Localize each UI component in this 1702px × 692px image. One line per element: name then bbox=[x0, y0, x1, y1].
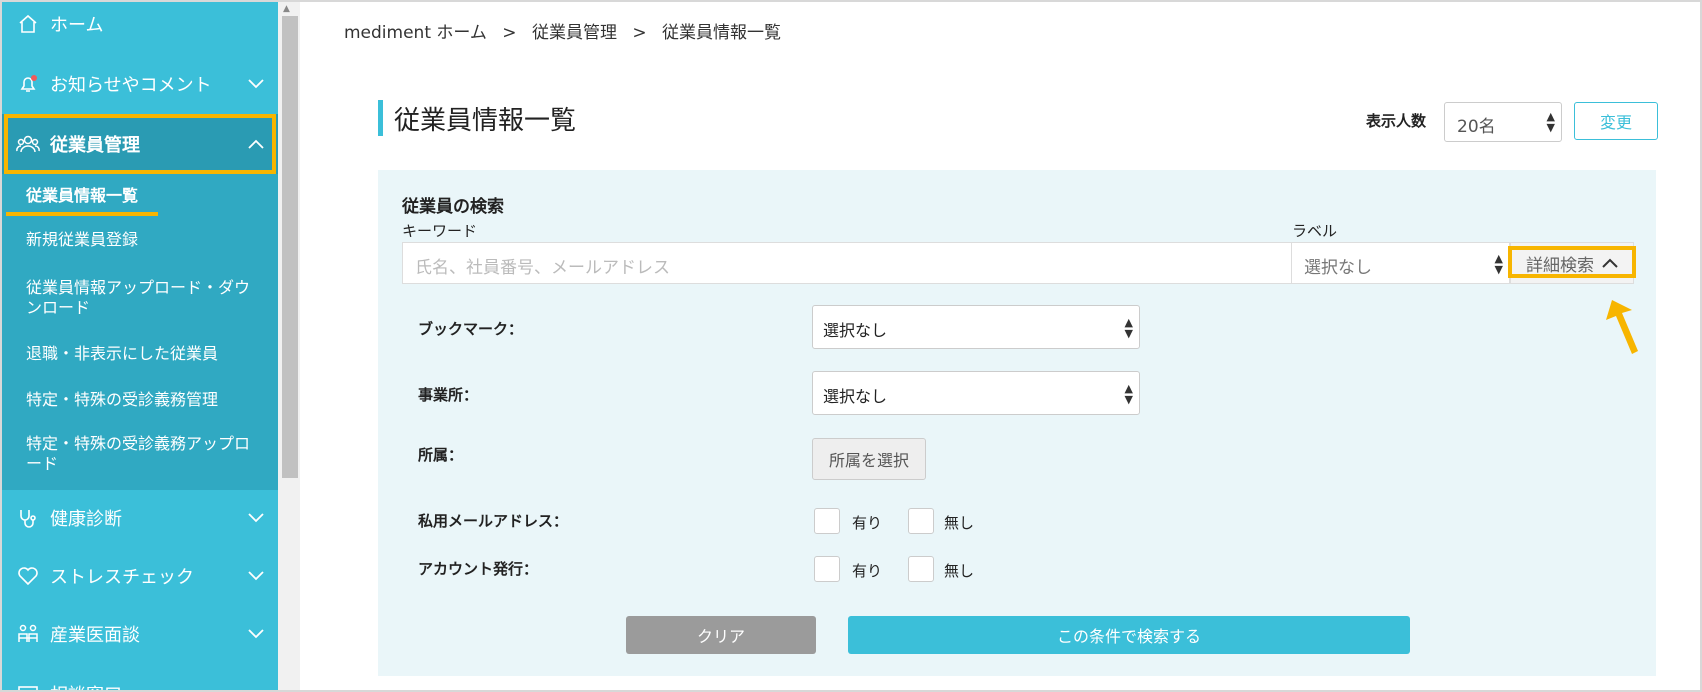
office-select[interactable]: 選択なし ▲ ▼ bbox=[812, 371, 1140, 415]
bookmark-select[interactable]: 選択なし ▲ ▼ bbox=[812, 305, 1140, 349]
private-email-yes-checkbox[interactable] bbox=[814, 508, 840, 534]
checkbox-label-no: 無し bbox=[944, 562, 975, 580]
office-select-value: 選択なし bbox=[823, 387, 888, 406]
search-submit-button[interactable]: この条件で検索する bbox=[848, 616, 1410, 654]
sidebar-item-label: ホーム bbox=[50, 15, 104, 36]
keyword-label: キーワード bbox=[402, 222, 478, 240]
sidebar-item-label: 相談窓口 bbox=[50, 681, 122, 690]
submenu-item-new-employee[interactable]: 新規従業員登録 bbox=[26, 230, 256, 250]
sidebar-item-label: 健康診断 bbox=[50, 509, 122, 530]
sidebar-item-label: ストレスチェック bbox=[50, 567, 194, 588]
chevron-down-icon bbox=[246, 74, 266, 94]
active-underline bbox=[6, 212, 158, 216]
stethoscope-icon bbox=[16, 506, 40, 530]
updown-arrow-icon: ▲ ▼ bbox=[1124, 382, 1133, 406]
home-icon bbox=[16, 12, 40, 36]
change-button[interactable]: 変更 bbox=[1574, 102, 1658, 140]
meeting-icon bbox=[16, 622, 40, 646]
chevron-down-icon bbox=[246, 624, 266, 644]
display-count-value: 20名 bbox=[1457, 117, 1496, 137]
submenu: 従業員情報一覧 新規従業員登録 従業員情報アップロード・ダウンロード 退職・非表… bbox=[2, 174, 278, 490]
select-department-button[interactable]: 所属を選択 bbox=[812, 438, 926, 480]
breadcrumb: mediment ホーム > 従業員管理 > 従業員情報一覧 bbox=[344, 18, 791, 43]
chevron-down-icon bbox=[246, 508, 266, 528]
account-issued-label: アカウント発行： bbox=[418, 560, 539, 578]
page-title: 従業員情報一覧 bbox=[394, 106, 577, 136]
sidebar: ホーム お知らせやコメント 従業員管理 従業員情報一覧 新規従業員登録 従業員情… bbox=[2, 2, 278, 690]
clear-button[interactable]: クリア bbox=[626, 616, 816, 654]
scrollbar-thumb[interactable] bbox=[282, 16, 298, 478]
label-label: ラベル bbox=[1292, 222, 1338, 240]
highlight-box bbox=[4, 114, 276, 174]
search-title: 従業員の検索 bbox=[402, 197, 504, 217]
sidebar-item-consultation[interactable]: 相談窓口 bbox=[2, 666, 278, 690]
submenu-item-employee-list[interactable]: 従業員情報一覧 bbox=[26, 186, 256, 206]
submenu-item-obligation-management[interactable]: 特定・特殊の受診義務管理 bbox=[26, 390, 256, 410]
updown-arrow-icon: ▲ ▼ bbox=[1124, 316, 1133, 340]
checkbox-label-no: 無し bbox=[944, 514, 975, 532]
private-email-no-checkbox[interactable] bbox=[908, 508, 934, 534]
bookmark-label: ブックマーク： bbox=[418, 320, 524, 338]
department-label: 所属： bbox=[418, 446, 464, 464]
label-select[interactable]: 選択なし ▲ ▼ bbox=[1292, 242, 1510, 284]
account-yes-checkbox[interactable] bbox=[814, 556, 840, 582]
private-email-label: 私用メールアドレス： bbox=[418, 512, 569, 530]
display-count-label: 表示人数 bbox=[1366, 112, 1427, 130]
breadcrumb-employee-management[interactable]: 従業員管理 bbox=[532, 23, 617, 43]
sidebar-item-home[interactable]: ホーム bbox=[2, 2, 278, 52]
scroll-up-icon[interactable]: ▲ bbox=[283, 4, 290, 14]
submenu-item-upload-download[interactable]: 従業員情報アップロード・ダウンロード bbox=[26, 278, 256, 318]
submenu-item-retired[interactable]: 退職・非表示にした従業員 bbox=[26, 344, 256, 364]
heart-icon bbox=[16, 564, 40, 588]
updown-arrow-icon: ▲ ▼ bbox=[1546, 110, 1555, 134]
office-label: 事業所： bbox=[418, 386, 479, 404]
submenu-item-obligation-upload[interactable]: 特定・特殊の受診義務アップロード bbox=[26, 434, 256, 474]
account-no-checkbox[interactable] bbox=[908, 556, 934, 582]
breadcrumb-separator: > bbox=[502, 23, 517, 43]
sidebar-item-occupational-physician[interactable]: 産業医面談 bbox=[2, 606, 278, 662]
sidebar-item-label: 産業医面談 bbox=[50, 625, 140, 646]
checkbox-label-yes: 有り bbox=[852, 514, 883, 532]
breadcrumb-separator: > bbox=[632, 23, 647, 43]
label-select-value: 選択なし bbox=[1304, 258, 1372, 278]
keyword-input[interactable]: 氏名、社員番号、メールアドレス bbox=[402, 242, 1292, 284]
display-count-select[interactable]: 20名 ▲ ▼ bbox=[1444, 102, 1562, 142]
sidebar-item-notifications[interactable]: お知らせやコメント bbox=[2, 56, 278, 112]
chevron-down-icon bbox=[246, 566, 266, 586]
breadcrumb-home[interactable]: mediment ホーム bbox=[344, 23, 487, 43]
updown-arrow-icon: ▲ ▼ bbox=[1494, 252, 1503, 276]
annotation-arrow-icon bbox=[1606, 300, 1638, 354]
page-title-accent bbox=[378, 100, 383, 136]
app-window: ホーム お知らせやコメント 従業員管理 従業員情報一覧 新規従業員登録 従業員情… bbox=[0, 0, 1702, 692]
highlight-box bbox=[1508, 246, 1636, 278]
consult-icon bbox=[16, 682, 40, 690]
breadcrumb-current: 従業員情報一覧 bbox=[662, 23, 782, 43]
sidebar-item-stress-check[interactable]: ストレスチェック bbox=[2, 548, 278, 604]
bookmark-select-value: 選択なし bbox=[823, 321, 888, 340]
bell-icon bbox=[16, 72, 40, 96]
sidebar-item-label: お知らせやコメント bbox=[50, 75, 212, 96]
sidebar-item-health-checkup[interactable]: 健康診断 bbox=[2, 490, 278, 546]
checkbox-label-yes: 有り bbox=[852, 562, 883, 580]
